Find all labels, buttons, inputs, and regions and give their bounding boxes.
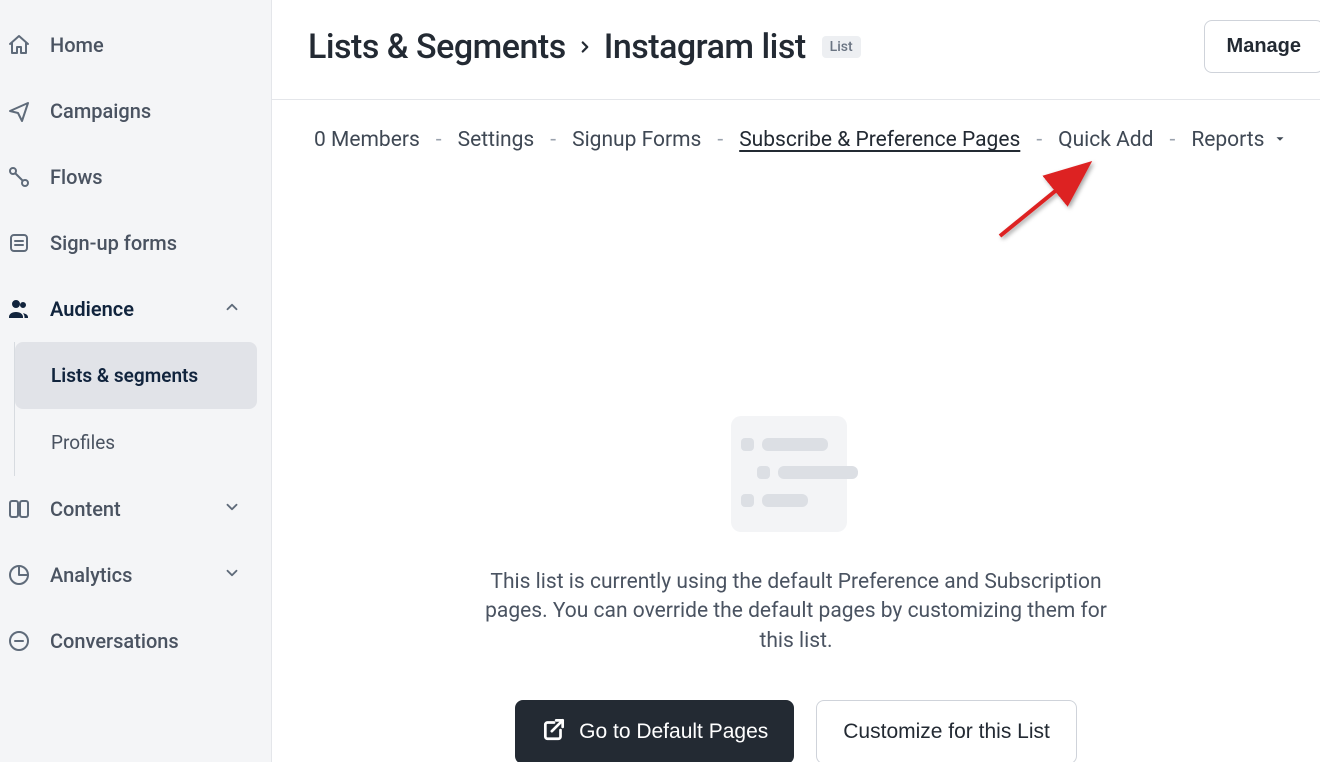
goto-default-pages-button[interactable]: Go to Default Pages (515, 700, 794, 762)
sidebar-item-audience[interactable]: Audience (0, 276, 271, 342)
sidebar-item-home[interactable]: Home (0, 12, 271, 78)
sidebar-item-label: Home (50, 33, 259, 57)
sidebar: Home Campaigns Flows Sign-up forms Audie (0, 0, 272, 762)
breadcrumb-current: Instagram list (604, 27, 806, 67)
list-type-badge: List (822, 36, 861, 58)
form-icon (6, 230, 32, 256)
home-icon (6, 32, 32, 58)
separator: - (1164, 128, 1182, 152)
chevron-down-icon (223, 498, 241, 520)
sidebar-item-analytics[interactable]: Analytics (0, 542, 271, 608)
tab-reports[interactable]: Reports (1185, 124, 1270, 156)
list-subnav: 0 Members - Settings - Signup Forms - Su… (272, 100, 1320, 156)
sidebar-item-label: Content (50, 497, 205, 521)
topbar: Lists & Segments Instagram list List Man… (272, 0, 1320, 100)
sidebar-item-campaigns[interactable]: Campaigns (0, 78, 271, 144)
analytics-icon (6, 562, 32, 588)
chevron-right-icon (576, 38, 594, 56)
sidebar-item-label: Conversations (50, 629, 259, 653)
annotation-arrow-icon (992, 156, 1102, 246)
breadcrumb-root[interactable]: Lists & Segments (308, 27, 566, 67)
sidebar-subitem-profiles[interactable]: Profiles (15, 409, 257, 476)
sidebar-item-label: Analytics (50, 563, 205, 587)
caret-down-icon (1273, 128, 1287, 152)
button-label: Customize for this List (843, 720, 1050, 744)
empty-state-description: This list is currently using the default… (466, 568, 1126, 656)
separator: - (544, 128, 562, 152)
tab-members[interactable]: 0 Members (308, 124, 426, 156)
tab-subscribe-preference[interactable]: Subscribe & Preference Pages (733, 124, 1026, 156)
tab-settings[interactable]: Settings (452, 124, 541, 156)
chevron-up-icon (223, 298, 241, 320)
sidebar-item-signup-forms[interactable]: Sign-up forms (0, 210, 271, 276)
external-link-icon (541, 716, 567, 748)
content-icon (6, 496, 32, 522)
main-content: Lists & Segments Instagram list List Man… (272, 0, 1320, 762)
sidebar-sublist-audience: Lists & segments Profiles (14, 342, 271, 476)
button-label: Go to Default Pages (579, 720, 768, 744)
separator: - (430, 128, 448, 152)
customize-list-button[interactable]: Customize for this List (816, 700, 1077, 762)
empty-state-graphic (731, 416, 861, 536)
flows-icon (6, 164, 32, 190)
conversations-icon (6, 628, 32, 654)
sidebar-item-label: Flows (50, 165, 259, 189)
tab-signup-forms[interactable]: Signup Forms (566, 124, 707, 156)
audience-icon (6, 296, 32, 322)
sidebar-item-content[interactable]: Content (0, 476, 271, 542)
separator: - (711, 128, 729, 152)
sidebar-item-label: Audience (50, 297, 205, 321)
chevron-down-icon (223, 564, 241, 586)
sidebar-subitem-lists-segments[interactable]: Lists & segments (15, 342, 257, 409)
sidebar-item-flows[interactable]: Flows (0, 144, 271, 210)
empty-state-actions: Go to Default Pages Customize for this L… (515, 700, 1077, 762)
manage-button[interactable]: Manage (1204, 20, 1320, 73)
sidebar-item-label: Campaigns (50, 99, 259, 123)
separator: - (1030, 128, 1048, 152)
sidebar-item-conversations[interactable]: Conversations (0, 608, 271, 674)
tab-quick-add[interactable]: Quick Add (1052, 124, 1159, 156)
send-icon (6, 98, 32, 124)
sidebar-item-label: Sign-up forms (50, 231, 259, 255)
breadcrumb: Lists & Segments Instagram list List (308, 27, 861, 67)
content-area: This list is currently using the default… (272, 156, 1320, 762)
